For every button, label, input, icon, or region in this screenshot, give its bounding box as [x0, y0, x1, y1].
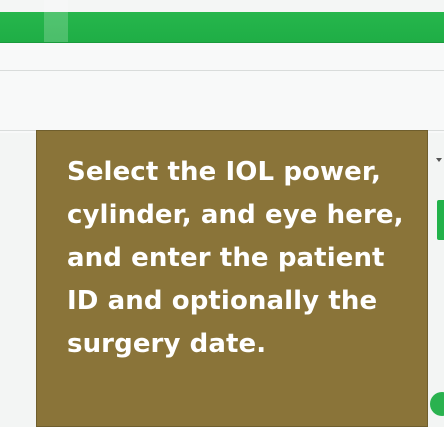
header-notch [44, 0, 68, 42]
tooltip-text: Select the IOL power, cylinder, and eye … [67, 157, 404, 359]
caret-down-icon[interactable] [436, 158, 442, 162]
form-divider [0, 70, 444, 71]
right-form-edge [428, 133, 444, 427]
green-tab-button[interactable] [437, 200, 444, 240]
guide-tooltip: Select the IOL power, cylinder, and eye … [36, 130, 428, 427]
left-form-edge [0, 133, 36, 427]
form-top-area [0, 43, 444, 133]
